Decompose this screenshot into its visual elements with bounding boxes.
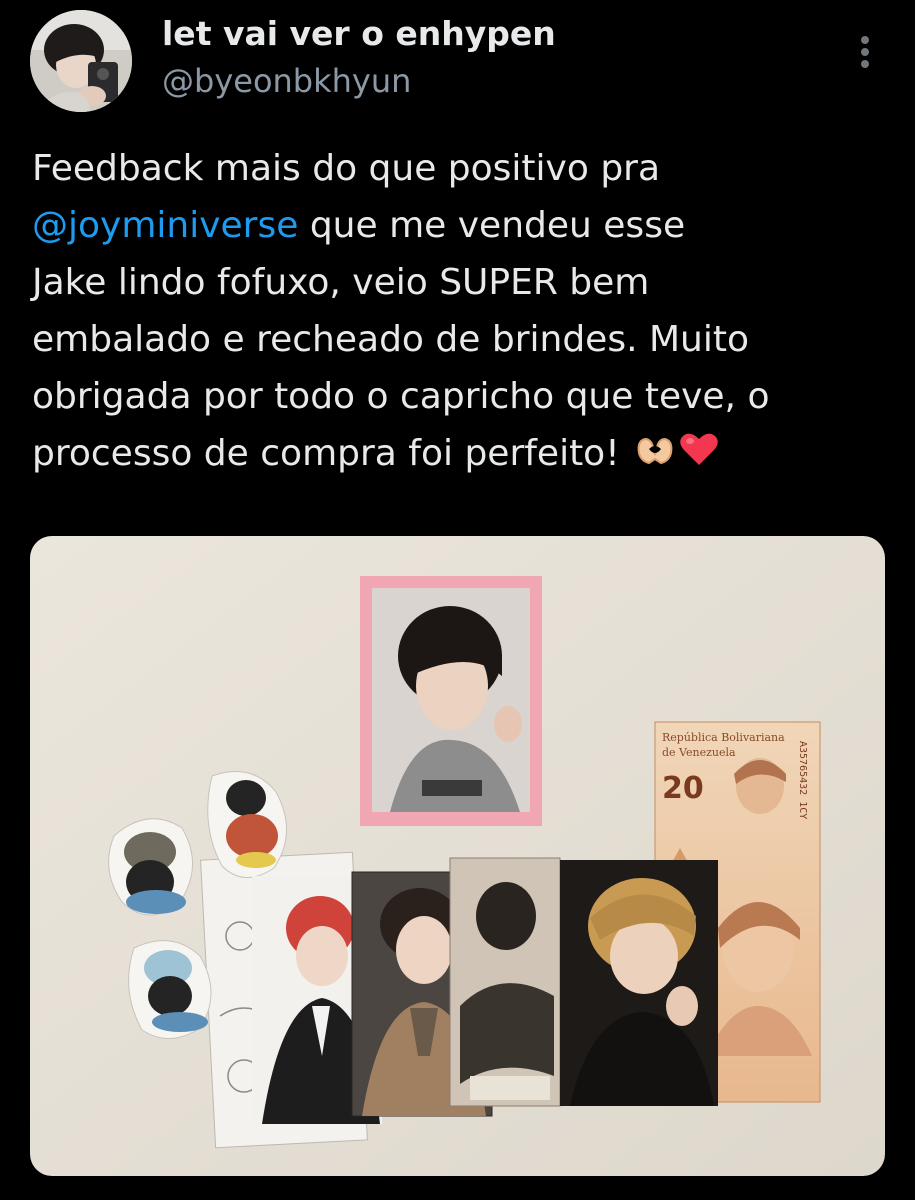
handle[interactable]: @byeonbkhyun bbox=[162, 62, 411, 100]
display-name[interactable]: let vai ver o enhypen bbox=[162, 14, 556, 53]
pink-photocard bbox=[360, 576, 542, 826]
red-heart-icon bbox=[679, 427, 719, 484]
avatar-photo bbox=[30, 10, 132, 112]
text-segment: processo de compra foi perfeito! bbox=[32, 433, 632, 474]
tweet-text-line: Feedback mais do que positivo pra bbox=[32, 140, 892, 197]
mention-link[interactable]: @joyminiverse bbox=[32, 205, 298, 246]
tweet-text-line: embalado e recheado de brindes. Muito bbox=[32, 311, 892, 368]
avatar[interactable] bbox=[30, 10, 132, 112]
text-segment: obrigada por todo o capricho que teve, o bbox=[32, 376, 770, 417]
photocard bbox=[449, 857, 561, 1107]
photo-illustration: República Bolivariana de Venezuela 20 A3… bbox=[30, 536, 885, 1176]
tweet-text-line: processo de compra foi perfeito! bbox=[32, 425, 892, 482]
tweet-text-line: obrigada por todo o capricho que teve, o bbox=[32, 368, 892, 425]
tweet-text: Feedback mais do que positivo pra @joymi… bbox=[32, 140, 892, 482]
tweet-text-line: Jake lindo fofuxo, veio SUPER bem bbox=[32, 254, 892, 311]
media-photo[interactable]: República Bolivariana de Venezuela 20 A3… bbox=[30, 536, 885, 1176]
text-segment: Feedback mais do que positivo pra bbox=[32, 148, 661, 189]
penguin-sticker bbox=[128, 940, 212, 1039]
heart-hands-icon bbox=[635, 427, 675, 484]
more-vertical-icon[interactable] bbox=[845, 30, 885, 74]
banknote-issuer-line2: de Venezuela bbox=[662, 746, 736, 759]
banknote-serial: A35765432 1CY bbox=[797, 741, 808, 819]
text-segment: que me vendeu esse bbox=[298, 205, 686, 246]
banknote-denomination: 20 bbox=[662, 771, 704, 806]
tweet: let vai ver o enhypen @byeonbkhyun Feedb… bbox=[0, 0, 915, 1200]
tweet-text-line: @joyminiverse que me vendeu esse bbox=[32, 197, 892, 254]
penguin-sticker bbox=[108, 818, 193, 916]
text-segment: Jake lindo fofuxo, veio SUPER bem bbox=[32, 262, 650, 303]
text-segment: embalado e recheado de brindes. Muito bbox=[32, 319, 749, 360]
photocard bbox=[560, 860, 718, 1106]
banknote-issuer-line1: República Bolivariana bbox=[662, 731, 785, 744]
